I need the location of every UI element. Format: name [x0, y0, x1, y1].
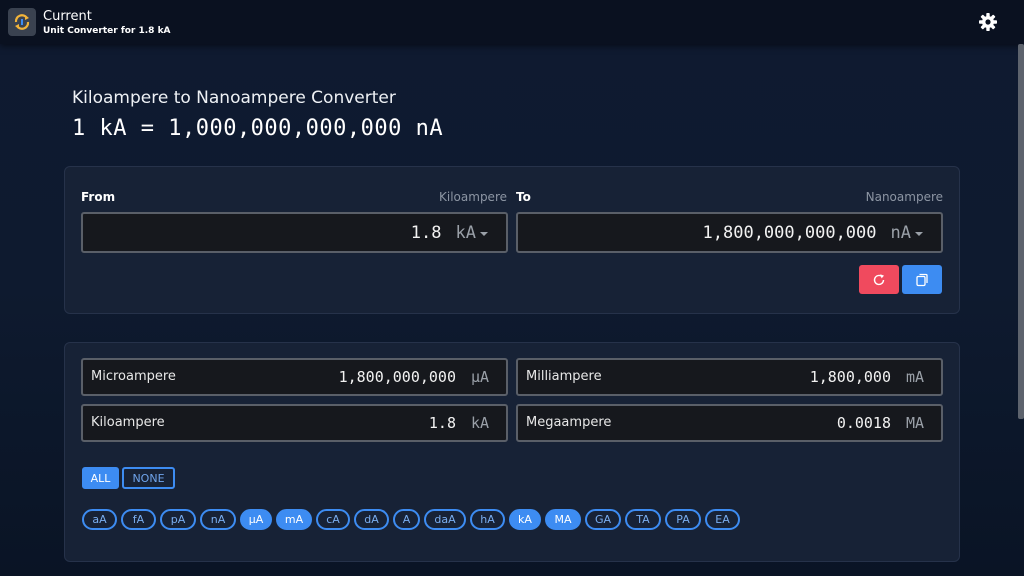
- to-unit-select[interactable]: nA: [891, 223, 911, 243]
- result-unit: µA: [471, 368, 490, 386]
- result-value: 1.8: [428, 414, 456, 432]
- select-all-button[interactable]: ALL: [82, 467, 119, 489]
- result-name: Microampere: [91, 369, 176, 384]
- from-unit-select[interactable]: kA: [456, 223, 476, 243]
- result-unit: kA: [471, 414, 490, 432]
- unit-chip[interactable]: cA: [316, 509, 350, 530]
- conversion-formula: 1 kA = 1,000,000,000,000 nA: [72, 116, 444, 141]
- from-label: From: [81, 190, 116, 204]
- unit-filter-chips: aA fA pA nA µA mA cA dA AdaA hA kA MA GA TA PA EA: [82, 509, 740, 530]
- scrollbar[interactable]: [1018, 44, 1024, 419]
- result-kiloampere[interactable]: Kiloampere 1.8 kA: [81, 404, 508, 442]
- unit-chip[interactable]: fA: [121, 509, 156, 530]
- unit-chip[interactable]: PA: [665, 509, 701, 530]
- result-unit: mA: [906, 368, 925, 386]
- result-value: 1,800,000: [809, 368, 891, 386]
- unit-chip[interactable]: TA: [625, 509, 661, 530]
- result-microampere[interactable]: Microampere 1,800,000,000 µA: [81, 358, 508, 396]
- page-title: Kiloampere to Nanoampere Converter: [72, 88, 396, 108]
- select-none-button[interactable]: NONE: [122, 467, 175, 489]
- unit-chip[interactable]: kA: [509, 509, 541, 530]
- unit-chip[interactable]: MA: [545, 509, 581, 530]
- chevron-down-icon[interactable]: [480, 231, 488, 236]
- from-unit-name: Kiloampere: [439, 190, 507, 204]
- to-label: To: [516, 190, 531, 204]
- unit-chip[interactable]: EA: [705, 509, 740, 530]
- to-output[interactable]: 1,800,000,000,000 nA: [516, 212, 943, 253]
- result-value: 0.0018: [836, 414, 891, 432]
- unit-chip[interactable]: µA: [240, 509, 272, 530]
- copy-button[interactable]: [902, 265, 942, 294]
- top-bar: Current Unit Converter for 1.8 kA: [0, 0, 1024, 44]
- result-megaampere[interactable]: Megaampere 0.0018 MA: [516, 404, 943, 442]
- unit-chip[interactable]: hA: [470, 509, 505, 530]
- result-milliampere[interactable]: Milliampere 1,800,000 mA: [516, 358, 943, 396]
- unit-chip[interactable]: dA: [354, 509, 389, 530]
- unit-chip[interactable]: GA: [585, 509, 621, 530]
- copy-icon: [916, 273, 928, 286]
- result-name: Megaampere: [526, 415, 612, 430]
- unit-chip[interactable]: mA: [276, 509, 312, 530]
- unit-chip[interactable]: daA: [424, 509, 466, 530]
- result-value: 1,800,000,000: [338, 368, 456, 386]
- reset-button[interactable]: [859, 265, 899, 294]
- result-unit: MA: [906, 414, 925, 432]
- refresh-icon: [873, 273, 885, 285]
- to-value: 1,800,000,000,000: [702, 222, 877, 243]
- unit-chip[interactable]: pA: [160, 509, 196, 530]
- unit-chip[interactable]: nA: [200, 509, 236, 530]
- result-name: Milliampere: [526, 369, 602, 384]
- app-title: Current: [43, 9, 92, 24]
- unit-chip[interactable]: aA: [82, 509, 117, 530]
- unit-chip[interactable]: A: [393, 509, 420, 530]
- from-value[interactable]: 1.8: [411, 223, 442, 243]
- result-name: Kiloampere: [91, 415, 165, 430]
- sync-clock-icon: [8, 8, 36, 36]
- chevron-down-icon[interactable]: [915, 231, 923, 236]
- app-subtitle: Unit Converter for 1.8 kA: [43, 26, 171, 36]
- to-unit-name: Nanoampere: [865, 190, 943, 204]
- gear-icon: [979, 13, 997, 31]
- from-input[interactable]: 1.8 kA: [81, 212, 508, 253]
- settings-button[interactable]: [976, 11, 1000, 33]
